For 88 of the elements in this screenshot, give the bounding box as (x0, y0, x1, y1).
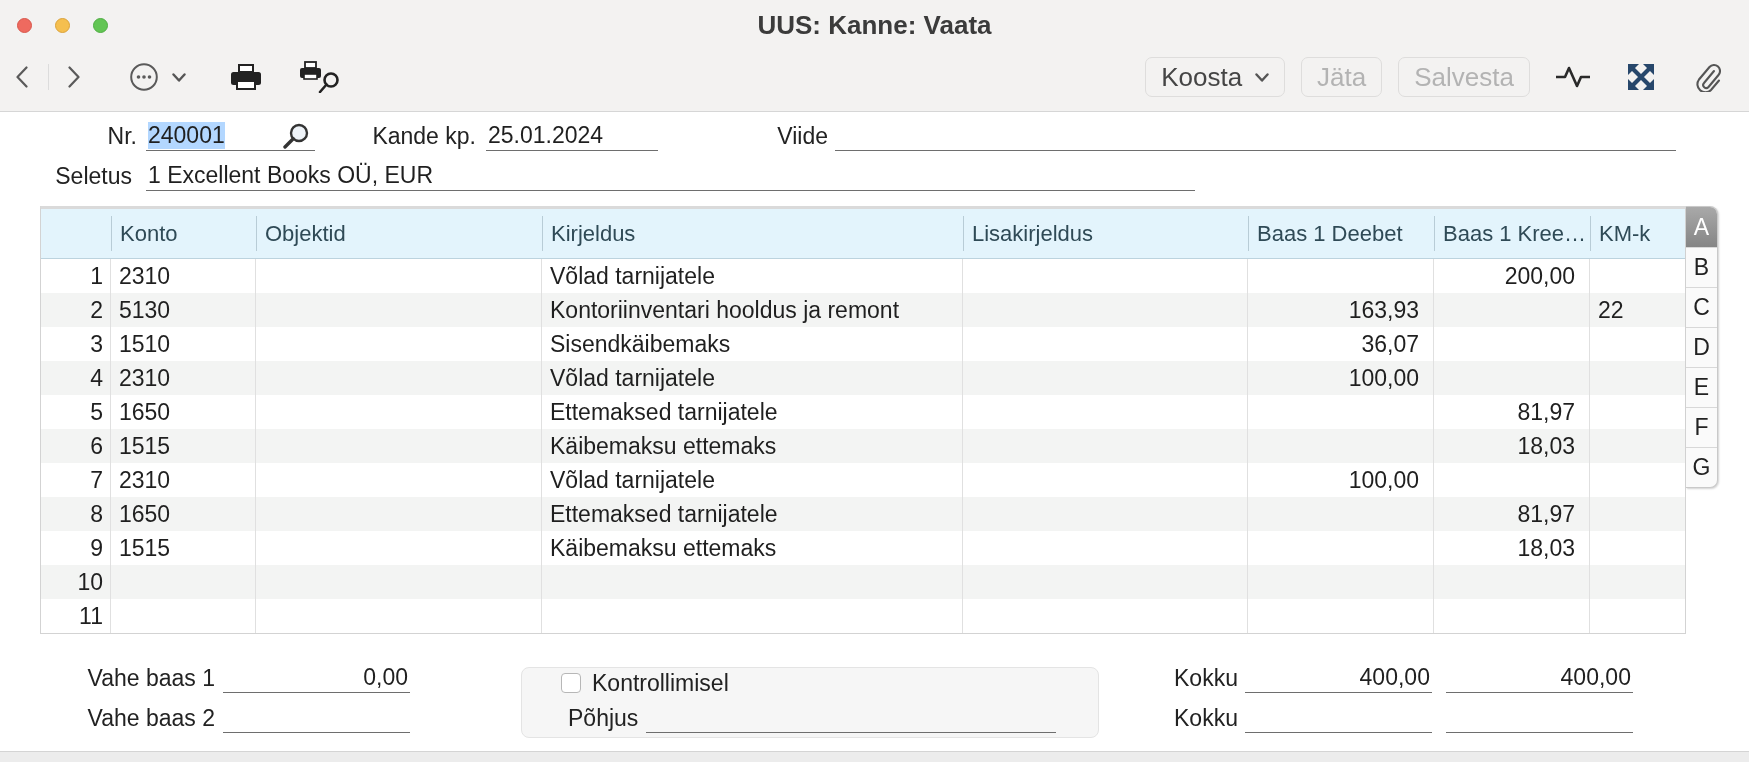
table-cell: Ettemaksed tarnijatele (550, 500, 778, 528)
table-cell: 18,03 (1517, 534, 1575, 562)
row-number: 11 (79, 602, 103, 630)
column-header[interactable]: Lisakirjeldus (972, 220, 1094, 247)
tab[interactable]: F (1686, 407, 1717, 447)
tab[interactable]: B (1686, 247, 1717, 287)
checkbox[interactable] (561, 673, 581, 693)
table-row[interactable]: 10 (41, 565, 1685, 599)
field-label: Vahe baas 2 (87, 704, 215, 732)
table-cell: 1650 (119, 500, 171, 528)
table-cell: Sisendkäibemaks (550, 330, 731, 358)
printer-icon[interactable] (231, 64, 261, 90)
input-field[interactable]: 240001 (146, 121, 315, 151)
field-label: Nr. (107, 122, 137, 150)
table-cell: 163,93 (1348, 296, 1419, 324)
table-cell: Ettemaksed tarnijatele (550, 398, 778, 426)
row-number: 10 (77, 568, 103, 596)
column-header[interactable]: Objektid (265, 220, 346, 247)
tab[interactable]: C (1686, 287, 1717, 327)
row-number: 5 (90, 398, 103, 426)
input-field[interactable]: 1 Excellent Books OÜ, EUR (146, 161, 1195, 191)
field-label: Kokku (1174, 664, 1238, 692)
table-row[interactable]: 4 2310 Võlad tarnijatele 100,00 (41, 361, 1685, 395)
tab[interactable]: E (1686, 367, 1717, 407)
close-button[interactable] (17, 17, 32, 33)
row-number: 7 (90, 466, 103, 494)
table-cell: 1650 (119, 398, 171, 426)
row-number: 1 (90, 262, 103, 290)
input-field[interactable]: 400,00 (1445, 663, 1633, 693)
table-cell: Käibemaksu ettemaks (550, 534, 777, 562)
table-cell: 100,00 (1348, 364, 1419, 392)
table-cell: 100,00 (1348, 466, 1419, 494)
table-cell: 2310 (119, 466, 171, 494)
forward-icon[interactable] (68, 66, 80, 88)
field-label: Kokku (1174, 704, 1238, 732)
table-cell: 81,97 (1517, 398, 1575, 426)
table-row[interactable]: 8 1650 Ettemaksed tarnijatele 81,97 (41, 497, 1685, 531)
table-row[interactable]: 6 1515 Käibemaksu ettemaks 18,03 (41, 429, 1685, 463)
search-icon[interactable] (283, 122, 309, 149)
row-number: 3 (90, 330, 103, 358)
input-field[interactable]: 400,00 (1244, 663, 1432, 693)
input-field[interactable]: 0,00 (223, 663, 410, 693)
column-header[interactable]: Baas 1 Deebet (1257, 220, 1403, 247)
tab[interactable]: D (1686, 327, 1717, 367)
table-cell: 22 (1598, 296, 1624, 324)
field-label: Seletus (55, 162, 132, 190)
table-row[interactable]: 2 5130 Kontoriinventari hooldus ja remont 163,93 22 (41, 293, 1685, 327)
column-header[interactable]: KM-k (1599, 220, 1651, 247)
tab[interactable]: G (1686, 447, 1717, 487)
window-title: UUS: Kanne: Vaata (757, 9, 992, 41)
menu-button[interactable]: Koosta (1145, 57, 1286, 97)
field-label: Kande kp. (372, 122, 476, 150)
table-cell: 1510 (119, 330, 171, 358)
row-number: 2 (90, 296, 103, 324)
paperclip-icon[interactable] (1695, 62, 1721, 92)
table-cell: Võlad tarnijatele (550, 364, 715, 392)
pulse-icon[interactable] (1556, 66, 1590, 88)
table-cell: 5130 (119, 296, 171, 324)
row-number: 9 (90, 534, 103, 562)
expand-icon[interactable] (1628, 64, 1654, 90)
row-number: 4 (90, 364, 103, 392)
chevron-down-icon (1255, 72, 1270, 82)
table-cell: 81,97 (1517, 500, 1575, 528)
column-header[interactable]: Baas 1 Kree… (1443, 220, 1587, 247)
field-label: Vahe baas 1 (87, 664, 215, 692)
table-cell: Kontoriinventari hooldus ja remont (550, 296, 900, 324)
print-preview-icon[interactable] (300, 61, 340, 93)
column-header[interactable]: Konto (120, 220, 178, 247)
table-cell: Võlad tarnijatele (550, 262, 715, 290)
input-field[interactable]: 25.01.2024 (486, 121, 658, 151)
field-label: Põhjus (568, 704, 639, 732)
ellipsis-icon[interactable] (130, 63, 158, 91)
chevron-down-icon[interactable] (172, 72, 186, 82)
table-cell: 1515 (119, 432, 171, 460)
table-cell: 2310 (119, 262, 171, 290)
table-cell: 18,03 (1517, 432, 1575, 460)
table-cell: 1515 (119, 534, 171, 562)
table-cell: 2310 (119, 364, 171, 392)
table-cell: 200,00 (1504, 262, 1575, 290)
table-cell: Käibemaksu ettemaks (550, 432, 777, 460)
row-number: 8 (90, 500, 103, 528)
table-cell: Võlad tarnijatele (550, 466, 715, 494)
column-header[interactable]: Kirjeldus (551, 220, 636, 247)
table-cell: 36,07 (1361, 330, 1419, 358)
checkbox-label[interactable]: Kontrollimisel (592, 669, 729, 697)
row-number: 6 (90, 432, 103, 460)
back-icon[interactable] (16, 66, 28, 88)
field-label: Viide (777, 122, 828, 150)
